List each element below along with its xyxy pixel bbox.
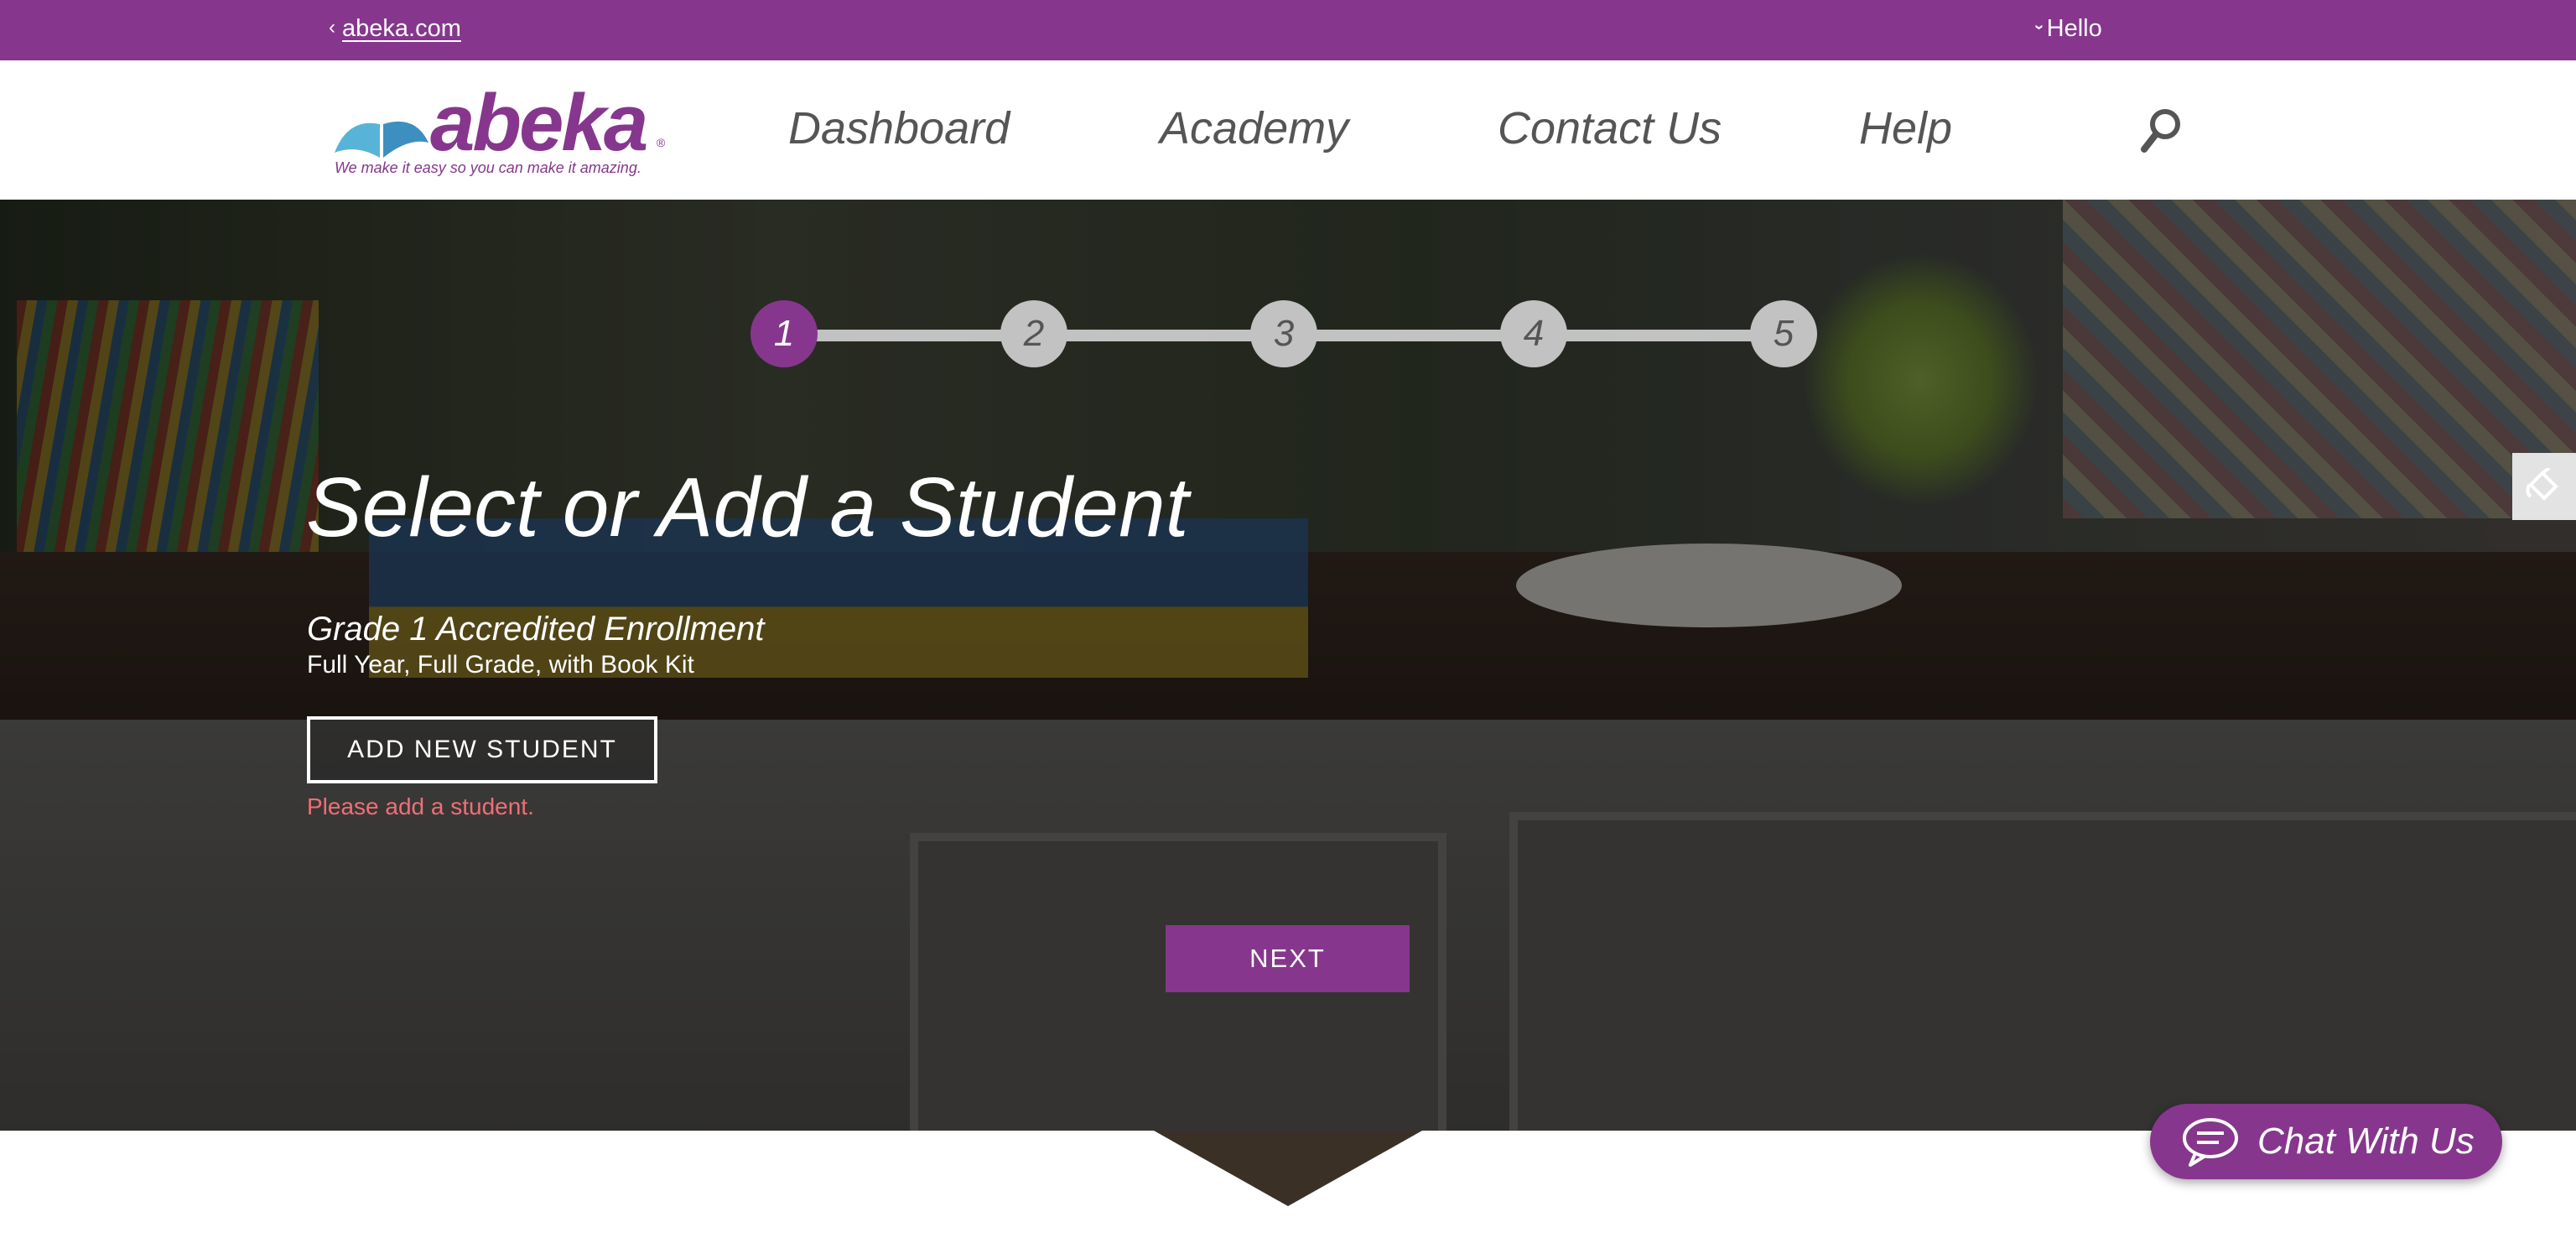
next-button[interactable]: NEXT — [1166, 925, 1410, 992]
step-4[interactable]: 4 — [1500, 300, 1567, 367]
step-5[interactable]: 5 — [1750, 300, 1817, 367]
nav-academy[interactable]: Academy — [1160, 102, 1348, 154]
nav-contact-us[interactable]: Contact Us — [1498, 102, 1722, 154]
open-book-icon — [335, 121, 428, 158]
account-greeting: Hello — [2046, 15, 2102, 42]
accessibility-tab[interactable] — [2512, 453, 2576, 520]
search-icon[interactable] — [2140, 107, 2184, 154]
enrollment-stepper: 1 2 3 4 5 — [0, 200, 2576, 367]
enrollment-hero: 1 2 3 4 5 Select or Add a Student Grade … — [0, 200, 2576, 1131]
chat-label: Chat With Us — [2257, 1121, 2475, 1162]
validation-error: Please add a student. — [307, 793, 534, 819]
chat-with-us-button[interactable]: Chat With Us — [2150, 1104, 2502, 1179]
logo-tagline: We make it easy so you can make it amazi… — [335, 159, 641, 176]
nav-dashboard[interactable]: Dashboard — [788, 102, 1010, 154]
logo-wordmark: abeka — [430, 78, 648, 168]
course-subtitle: Full Year, Full Grade, with Book Kit — [307, 651, 694, 679]
chat-bubble-icon — [2183, 1118, 2238, 1167]
page-title: Select or Add a Student — [306, 460, 1189, 554]
chevron-down-icon: › — [2029, 24, 2049, 30]
section-notch — [1154, 1131, 1422, 1206]
back-link-label: abeka.com — [342, 15, 461, 42]
chevron-left-icon: ‹ — [329, 15, 335, 39]
nav-help[interactable]: Help — [1859, 102, 1952, 154]
step-1[interactable]: 1 — [750, 300, 818, 367]
paint-bucket-icon — [2526, 468, 2558, 501]
abeka-logo[interactable]: abeka ® We make it easy so you can make … — [331, 78, 683, 185]
course-title: Grade 1 Accredited Enrollment — [307, 611, 765, 648]
step-2[interactable]: 2 — [1000, 300, 1067, 367]
back-to-abeka-link[interactable]: ‹ abeka.com — [329, 15, 461, 43]
account-menu[interactable]: › Hello — [2030, 15, 2102, 43]
add-new-student-button[interactable]: ADD NEW STUDENT — [307, 716, 657, 783]
utility-bar: ‹ abeka.com › Hello — [0, 0, 2576, 60]
step-3[interactable]: 3 — [1250, 300, 1317, 367]
site-header: abeka ® We make it easy so you can make … — [0, 60, 2576, 200]
registered-mark: ® — [657, 136, 666, 149]
